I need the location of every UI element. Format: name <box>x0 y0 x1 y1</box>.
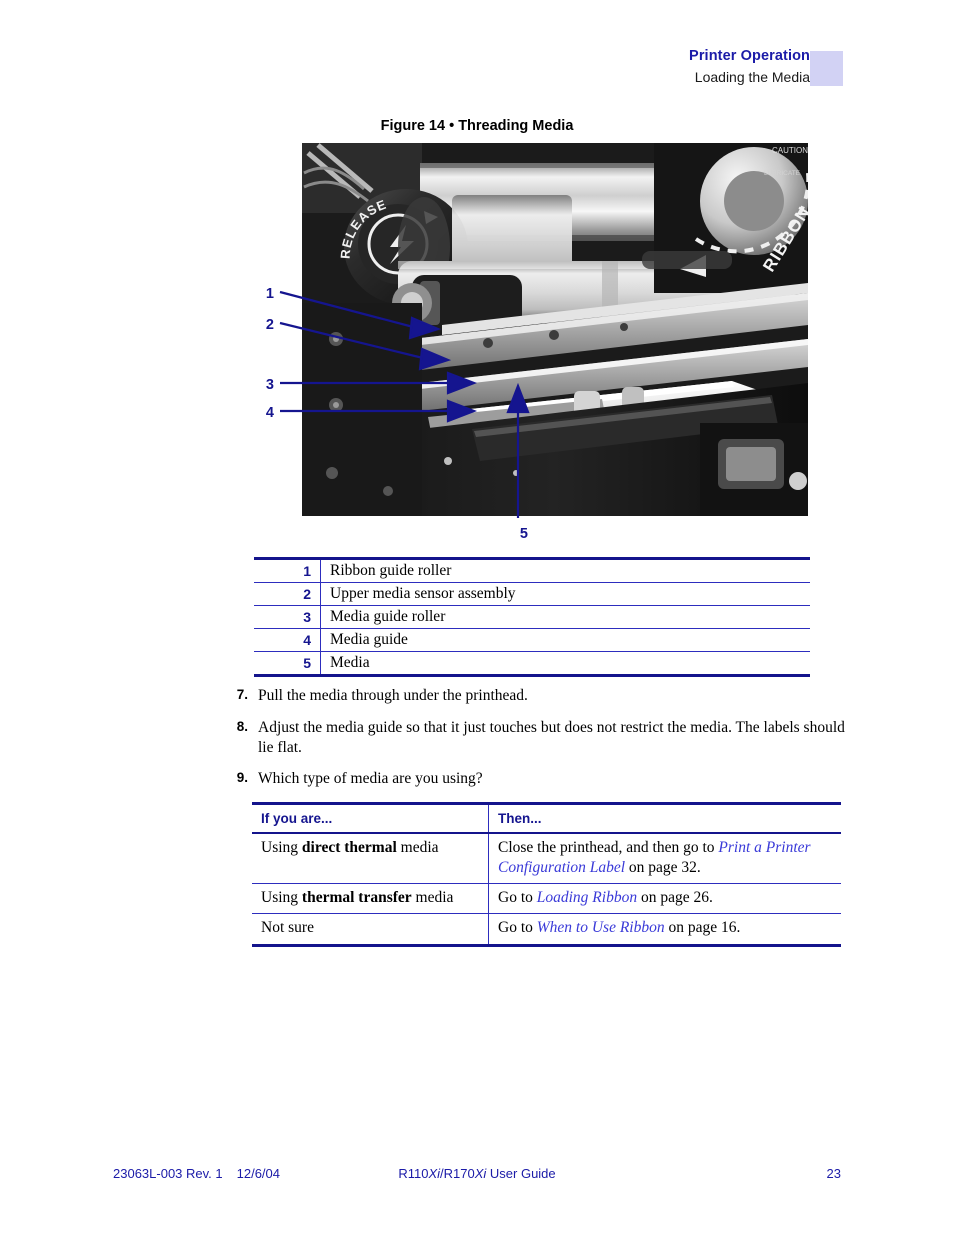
condition-emphasis: direct thermal <box>301 839 397 856</box>
table-row: 1 Ribbon guide roller <box>254 557 810 583</box>
action-prefix: Go to <box>498 889 537 907</box>
callout-number-3: 3 <box>265 377 274 393</box>
footer-guide-model-2: Xi <box>474 1166 487 1181</box>
footer-guide-pre: R110 <box>398 1166 429 1181</box>
threading-media-photo: RELEASE RIBBON CAUTION LUBRICATE <box>302 143 808 516</box>
step-item: 8. Adjust the media guide so that it jus… <box>226 718 846 758</box>
header-chapter-title: Printer Operation <box>689 48 810 64</box>
table-row: 3 Media guide roller <box>254 605 810 629</box>
svg-text:LUBRICATE: LUBRICATE <box>764 170 801 177</box>
table-row: 4 Media guide <box>254 628 810 652</box>
legend-label: Media guide roller <box>320 605 810 629</box>
action-cell: Go to Loading Ribbon on page 26. <box>488 883 841 915</box>
step-item: 9. Which type of media are you using? <box>226 769 846 789</box>
header-color-swatch <box>810 51 843 86</box>
cross-reference-link[interactable]: When to Use Ribbon <box>537 919 665 936</box>
footer-page-number: 23 <box>826 1166 841 1181</box>
step-number: 9. <box>236 770 248 786</box>
step-item: 7. Pull the media through under the prin… <box>226 686 846 706</box>
table-row: Using thermal transfer media Go to Loadi… <box>252 883 841 915</box>
column-header-if: If you are... <box>252 802 489 834</box>
action-suffix: on page 16. <box>664 919 741 937</box>
figure-caption: Figure 14 • Threading Media <box>380 118 574 134</box>
condition-prefix: Using <box>261 839 302 856</box>
footer-guide-mid: /R170 <box>440 1166 475 1181</box>
action-cell: Close the printhead, and then go to Prin… <box>488 833 841 885</box>
step-text: Pull the media through under the printhe… <box>258 687 528 704</box>
step-number: 8. <box>236 718 248 734</box>
cross-reference-link[interactable]: Loading Ribbon <box>537 889 637 906</box>
footer-guide-post: User Guide <box>486 1166 556 1181</box>
step-number: 7. <box>236 687 248 702</box>
condition-emphasis: thermal transfer <box>301 889 412 907</box>
legend-number: 5 <box>254 651 321 677</box>
figure-block: RELEASE RIBBON CAUTION LUBRICATE 1 2 3 4… <box>252 140 812 550</box>
figure-legend-table: 1 Ribbon guide roller 2 Upper media sens… <box>254 557 810 677</box>
legend-label: Media guide <box>320 628 810 652</box>
procedure-steps: 7. Pull the media through under the prin… <box>226 686 846 801</box>
condition-prefix: Not sure <box>261 919 314 937</box>
condition-cell: Using thermal transfer media <box>252 883 489 915</box>
legend-label: Media <box>320 651 810 677</box>
condition-cell: Not sure <box>252 913 489 947</box>
legend-number: 3 <box>254 605 321 629</box>
condition-cell: Using direct thermal media <box>252 833 489 885</box>
condition-suffix: media <box>411 889 454 907</box>
action-cell: Go to When to Use Ribbon on page 16. <box>488 913 841 947</box>
legend-label: Ribbon guide roller <box>320 557 810 583</box>
table-row: 5 Media <box>254 651 810 677</box>
callout-number-5: 5 <box>519 526 528 542</box>
page-footer: 23063L-003 Rev. 1 12/6/04 R110Xi/R170Xi U… <box>0 1166 954 1188</box>
callout-number-2: 2 <box>265 317 274 333</box>
step-text: Adjust the media guide so that it just t… <box>258 718 845 756</box>
legend-number: 1 <box>254 557 321 583</box>
legend-number: 4 <box>254 628 321 652</box>
legend-number: 2 <box>254 582 321 606</box>
callout-number-1: 1 <box>265 286 274 302</box>
step-text: Which type of media are you using? <box>258 770 483 788</box>
condition-suffix: media <box>396 839 439 856</box>
footer-guide-model-1: Xi <box>428 1166 441 1181</box>
action-prefix: Close the printhead, and then go to <box>498 839 719 856</box>
media-decision-table: If you are... Then... Using direct therm… <box>252 802 841 947</box>
callout-number-4: 4 <box>265 405 274 421</box>
table-row: 2 Upper media sensor assembly <box>254 582 810 606</box>
footer-guide-title: R110Xi/R170Xi User Guide <box>0 1166 954 1181</box>
column-header-then: Then... <box>488 802 841 834</box>
action-suffix: on page 26. <box>637 889 713 907</box>
table-row: Not sure Go to When to Use Ribbon on pag… <box>252 913 841 947</box>
table-header-row: If you are... Then... <box>252 802 841 834</box>
header-section-title: Loading the Media <box>694 69 810 85</box>
table-row: Using direct thermal media Close the pri… <box>252 833 841 885</box>
action-prefix: Go to <box>498 919 537 937</box>
action-suffix: on page 32. <box>625 859 701 877</box>
legend-label: Upper media sensor assembly <box>320 582 810 606</box>
svg-text:CAUTION: CAUTION <box>772 146 808 155</box>
condition-prefix: Using <box>261 889 302 907</box>
